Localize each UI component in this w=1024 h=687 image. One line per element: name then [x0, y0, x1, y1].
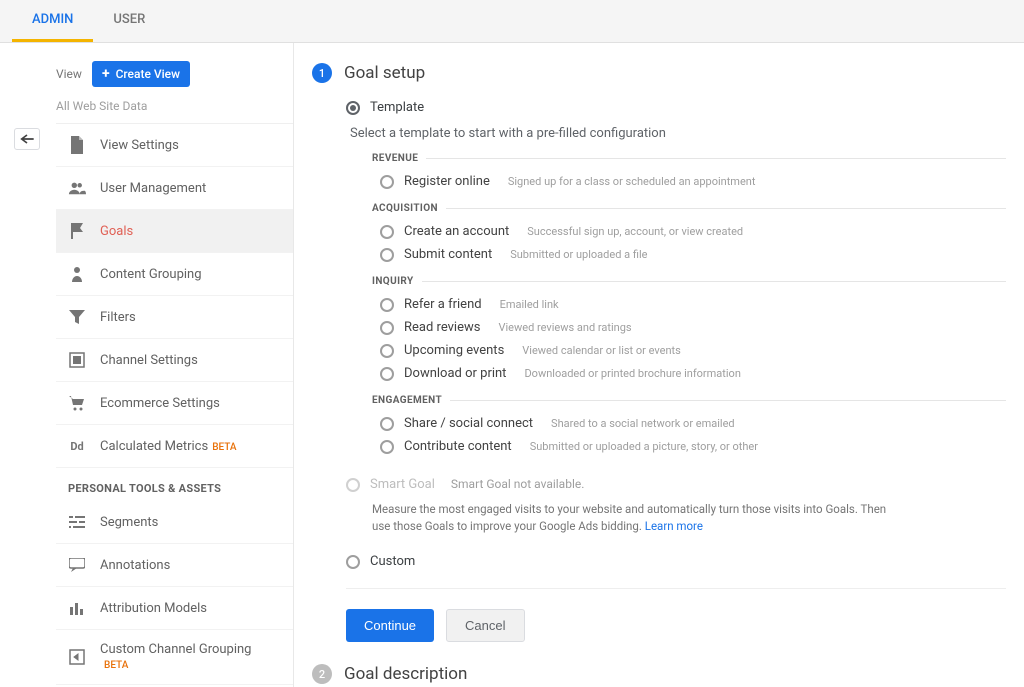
- sidebar-item-ecommerce-settings[interactable]: Ecommerce Settings: [56, 382, 293, 425]
- cart-icon: [68, 394, 86, 412]
- radio-template-option[interactable]: [380, 417, 394, 431]
- template-option-name: Contribute content: [404, 439, 512, 454]
- template-option-name: Share / social connect: [404, 416, 533, 431]
- sidebar-item-user-management[interactable]: User Management: [56, 167, 293, 210]
- sidebar-item-custom-channel-grouping[interactable]: Custom Channel GroupingBETA: [56, 630, 293, 685]
- template-option-name: Download or print: [404, 366, 506, 381]
- file-icon: [68, 136, 86, 154]
- radio-template-option[interactable]: [380, 440, 394, 454]
- template-option[interactable]: Create an account Successful sign up, acc…: [372, 220, 1006, 243]
- template-option[interactable]: Submit content Submitted or uploaded a fi…: [372, 243, 1006, 266]
- template-option[interactable]: Upcoming events Viewed calendar or list o…: [372, 339, 1006, 362]
- smart-goal-description: Measure the most engaged visits to your …: [346, 497, 906, 534]
- template-option[interactable]: Share / social connect Shared to a social…: [372, 412, 1006, 435]
- step-1-header: 1 Goal setup: [312, 63, 1006, 83]
- custom-channel-icon: [68, 648, 86, 666]
- category-name: ACQUISITION: [372, 203, 446, 214]
- view-subheader[interactable]: All Web Site Data: [56, 93, 293, 124]
- sidebar-item-filters[interactable]: Filters: [56, 296, 293, 339]
- back-collapse-button[interactable]: [14, 128, 40, 150]
- sidebar-item-attribution-models[interactable]: Attribution Models: [56, 587, 293, 630]
- users-icon: [68, 179, 86, 197]
- tab-user[interactable]: USER: [93, 0, 165, 42]
- radio-template-option[interactable]: [380, 225, 394, 239]
- sidebar-item-channel-settings[interactable]: Channel Settings: [56, 339, 293, 382]
- sidebar-item-annotations[interactable]: Annotations: [56, 544, 293, 587]
- sidebar: View + Create View All Web Site Data Vie…: [48, 43, 294, 687]
- sidebar-item-view-settings[interactable]: View Settings: [56, 124, 293, 167]
- template-option-name: Read reviews: [404, 320, 480, 335]
- category-inquiry: INQUIRY Refer a friend Emailed link Read re…: [346, 276, 1006, 385]
- dd-icon: Dd: [68, 437, 86, 455]
- step-1-circle: 1: [312, 63, 332, 83]
- tab-admin[interactable]: ADMIN: [12, 0, 93, 42]
- radio-template-option[interactable]: [380, 175, 394, 189]
- radio-custom[interactable]: [346, 555, 360, 569]
- template-option-desc: Emailed link: [500, 298, 559, 311]
- sidebar-item-segments[interactable]: Segments: [56, 501, 293, 544]
- radio-template-option[interactable]: [380, 248, 394, 262]
- sidebar-item-calculated-metrics[interactable]: Dd Calculated MetricsBETA: [56, 425, 293, 468]
- template-option-name: Upcoming events: [404, 343, 504, 358]
- channel-icon: [68, 351, 86, 369]
- template-option-name: Submit content: [404, 247, 492, 262]
- learn-more-link[interactable]: Learn more: [645, 519, 703, 533]
- radio-template[interactable]: [346, 101, 360, 115]
- main-content: 1 Goal setup Template Select a template …: [294, 43, 1024, 687]
- category-name: INQUIRY: [372, 276, 422, 287]
- radio-smart-goal: [346, 478, 360, 492]
- radio-template-option[interactable]: [380, 321, 394, 335]
- funnel-icon: [68, 308, 86, 326]
- template-option-desc: Downloaded or printed brochure informati…: [524, 367, 740, 380]
- template-option[interactable]: Contribute content Submitted or uploaded …: [372, 435, 1006, 458]
- option-custom[interactable]: Custom: [346, 540, 1006, 574]
- continue-button[interactable]: Continue: [346, 609, 434, 642]
- template-description: Select a template to start with a pre-fi…: [346, 120, 1006, 153]
- template-option[interactable]: Read reviews Viewed reviews and ratings: [372, 316, 1006, 339]
- section-personal-tools: PERSONAL TOOLS & ASSETS: [56, 468, 293, 501]
- category-engagement: ENGAGEMENT Share / social connect Shared t…: [346, 395, 1006, 458]
- category-acquisition: ACQUISITION Create an account Successful s…: [346, 203, 1006, 266]
- create-view-button[interactable]: + Create View: [92, 61, 190, 87]
- template-option-name: Create an account: [404, 224, 509, 239]
- template-option-desc: Shared to a social network or emailed: [551, 417, 735, 430]
- radio-template-option[interactable]: [380, 298, 394, 312]
- category-revenue: REVENUE Register online Signed up for a cl…: [346, 153, 1006, 193]
- radio-template-option[interactable]: [380, 367, 394, 381]
- step-2-circle: 2: [312, 664, 332, 684]
- template-option[interactable]: Register online Signed up for a class or …: [372, 170, 1006, 193]
- person-star-icon: [68, 265, 86, 283]
- option-template[interactable]: Template: [346, 95, 1006, 120]
- category-name: REVENUE: [372, 153, 426, 164]
- template-option[interactable]: Refer a friend Emailed link: [372, 293, 1006, 316]
- step-2-title: Goal description: [344, 664, 467, 684]
- plus-icon: +: [102, 66, 110, 82]
- bars-icon: [68, 599, 86, 617]
- template-option-desc: Viewed calendar or list or events: [522, 344, 681, 357]
- template-option[interactable]: Download or print Downloaded or printed b…: [372, 362, 1006, 385]
- template-option-desc: Successful sign up, account, or view cre…: [527, 225, 743, 238]
- template-option-desc: Signed up for a class or scheduled an ap…: [508, 175, 756, 188]
- back-arrow-icon: [19, 133, 35, 145]
- step-2-header: 2 Goal description: [312, 664, 1006, 684]
- template-option-name: Register online: [404, 174, 490, 189]
- template-option-desc: Viewed reviews and ratings: [498, 321, 631, 334]
- segments-icon: [68, 513, 86, 531]
- template-option-desc: Submitted or uploaded a file: [510, 248, 647, 261]
- cancel-button[interactable]: Cancel: [446, 609, 524, 642]
- flag-icon: [68, 222, 86, 240]
- create-view-label: Create View: [116, 67, 180, 81]
- radio-template-option[interactable]: [380, 344, 394, 358]
- top-tabs: ADMIN USER: [0, 0, 1024, 43]
- sidebar-item-goals[interactable]: Goals: [56, 210, 293, 253]
- option-smart-goal: Smart Goal Smart Goal not available.: [346, 472, 1006, 497]
- sidebar-item-content-grouping[interactable]: Content Grouping: [56, 253, 293, 296]
- view-label: View: [56, 67, 82, 81]
- template-option-name: Refer a friend: [404, 297, 482, 312]
- step-1-title: Goal setup: [344, 63, 425, 83]
- category-name: ENGAGEMENT: [372, 395, 450, 406]
- template-option-desc: Submitted or uploaded a picture, story, …: [530, 440, 758, 453]
- speech-icon: [68, 556, 86, 574]
